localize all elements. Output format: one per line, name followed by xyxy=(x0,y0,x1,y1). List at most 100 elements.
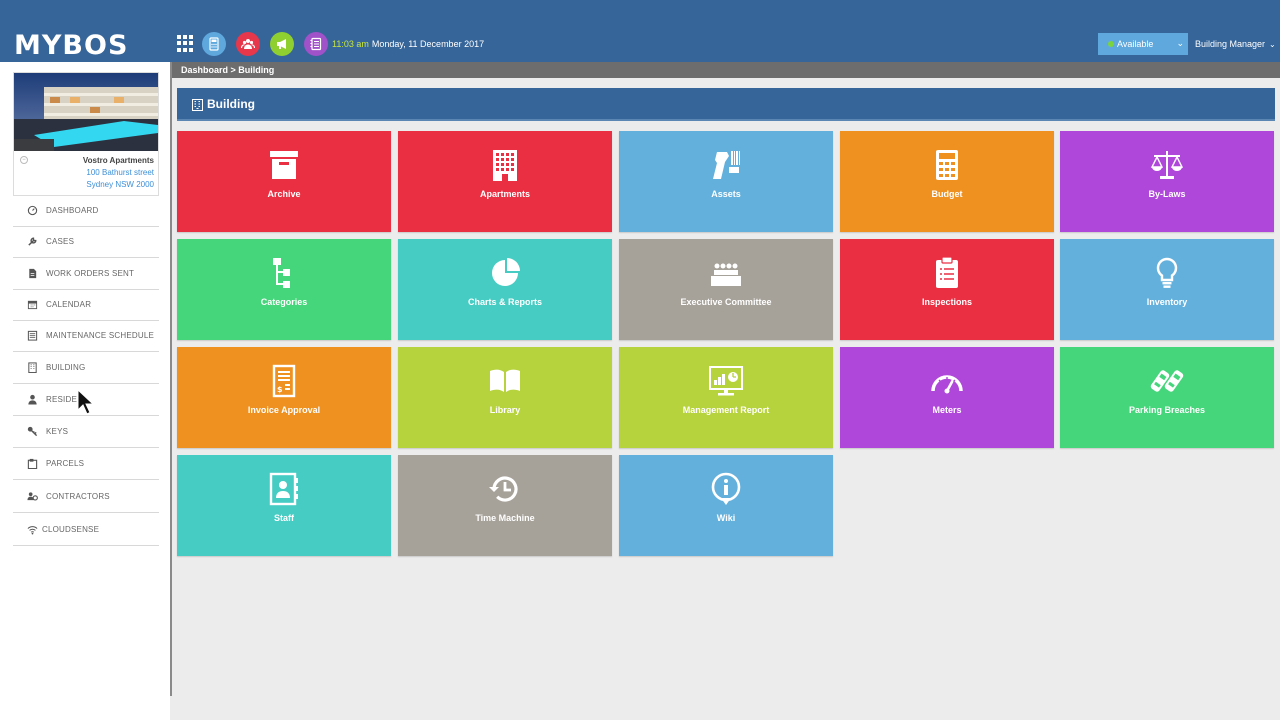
panel-header: Building xyxy=(177,88,1275,121)
key-icon xyxy=(27,426,37,437)
sidebar-item-parcels[interactable]: PARCELS xyxy=(13,448,159,480)
tile-label: Parking Breaches xyxy=(1128,405,1206,415)
tile-assets[interactable]: Assets xyxy=(619,131,833,232)
svg-text:$: $ xyxy=(277,385,283,394)
book-icon xyxy=(490,369,520,392)
team-button[interactable] xyxy=(236,32,260,56)
apps-grid-icon[interactable] xyxy=(177,35,194,52)
collapse-icon[interactable]: − xyxy=(20,156,28,164)
tile-label: Archive xyxy=(267,189,301,199)
clipboard-icon xyxy=(936,256,958,288)
apartment-building-icon xyxy=(493,150,517,181)
tile-label: Invoice Approval xyxy=(247,405,321,415)
sidebar-item-cloudsense[interactable]: CLOUDSENSE xyxy=(13,514,159,546)
tile-label: Staff xyxy=(274,513,294,523)
notes-icon xyxy=(310,37,322,51)
sidebar-item-maintenance-schedule[interactable]: MAINTENANCE SCHEDULE xyxy=(13,320,159,352)
mybos-logo[interactable]: MYBOS xyxy=(14,30,128,61)
tile-label: Inventory xyxy=(1146,297,1188,307)
sidebar-item-cases[interactable]: CASES xyxy=(13,226,159,258)
user-role: Building Manager xyxy=(1195,39,1266,49)
sidebar-item-label: CALENDAR xyxy=(46,300,92,309)
tile-categories[interactable]: Categories xyxy=(177,239,391,340)
building-icon xyxy=(27,362,37,373)
tile-label: Time Machine xyxy=(475,513,535,523)
tile-parking-breaches[interactable]: Parking Breaches xyxy=(1060,347,1274,448)
monitor-report-icon xyxy=(709,366,743,396)
calculator-icon xyxy=(209,37,219,51)
tile-inventory[interactable]: Inventory xyxy=(1060,239,1274,340)
tile-staff[interactable]: Staff xyxy=(177,455,391,556)
building-card[interactable]: − Vostro Apartments 100 Bathurst street … xyxy=(13,72,159,196)
tile-library[interactable]: Library xyxy=(398,347,612,448)
sidebar-item-keys[interactable]: KEYS xyxy=(13,416,159,448)
history-icon xyxy=(489,476,518,502)
availability-select[interactable]: Available ⌄ xyxy=(1098,33,1188,55)
tile-wiki[interactable]: Wiki xyxy=(619,455,833,556)
tile-management-report[interactable]: Management Report xyxy=(619,347,833,448)
datetime: 11:03 am Monday, 11 December 2017 xyxy=(332,39,484,49)
building-icon xyxy=(192,99,203,111)
sidebar-divider xyxy=(170,62,172,696)
building-photo xyxy=(14,73,158,151)
tile-meters[interactable]: Meters xyxy=(840,347,1054,448)
sidebar-item-label: PARCELS xyxy=(46,459,85,468)
tile-label: By-Laws xyxy=(1148,189,1186,199)
page-title: Building xyxy=(207,97,255,111)
breadcrumb[interactable]: Dashboard > Building xyxy=(181,65,274,75)
contractors-icon xyxy=(26,492,38,501)
invoice-icon: $ xyxy=(272,364,296,398)
tile-executive-committee[interactable]: Executive Committee xyxy=(619,239,833,340)
sidebar-item-label: WORK ORDERS SENT xyxy=(46,269,135,278)
sidebar-item-label: CLOUDSENSE xyxy=(42,525,100,534)
tile-budget[interactable]: Budget xyxy=(840,131,1054,232)
hierarchy-icon xyxy=(273,258,290,288)
calculator-button[interactable] xyxy=(202,32,226,56)
breadcrumb-bar: Dashboard > Building xyxy=(172,62,1280,78)
tile-label: Inspections xyxy=(921,297,972,307)
tile-apartments[interactable]: Apartments xyxy=(398,131,612,232)
current-time: 11:03 am xyxy=(332,39,369,49)
committee-icon xyxy=(711,263,741,286)
notes-button[interactable] xyxy=(304,32,328,56)
document-icon xyxy=(28,268,36,279)
building-address-line2[interactable]: Sydney NSW 2000 xyxy=(86,180,154,189)
team-icon xyxy=(241,39,255,49)
sidebar-item-label: KEYS xyxy=(46,427,69,436)
tile-label: Meters xyxy=(932,405,962,415)
sidebar-item-label: CASES xyxy=(46,237,75,246)
top-bar: MYBOS 11:03 am Monday, 11 December 2017 A… xyxy=(0,0,1280,62)
tile-label: Wiki xyxy=(716,513,736,523)
availability-value: Available xyxy=(1117,39,1154,49)
sidebar-item-label: DASHBOARD xyxy=(46,206,99,215)
sidebar-item-label: CONTRACTORS xyxy=(46,492,110,501)
tile-label: Assets xyxy=(711,189,741,199)
building-address-line1[interactable]: 100 Bathurst street xyxy=(86,168,154,177)
tile-label: Charts & Reports xyxy=(467,297,542,307)
current-date: Monday, 11 December 2017 xyxy=(371,39,485,49)
scales-icon xyxy=(1150,151,1184,179)
user-role-menu[interactable]: Building Manager ⌄ xyxy=(1195,39,1276,49)
tile-label: Apartments xyxy=(479,189,530,199)
schedule-icon xyxy=(27,330,37,341)
sidebar-item-dashboard[interactable]: DASHBOARD xyxy=(13,195,159,227)
tile-time-machine[interactable]: Time Machine xyxy=(398,455,612,556)
tile-by-laws[interactable]: By-Laws xyxy=(1060,131,1274,232)
announcement-button[interactable] xyxy=(270,32,294,56)
dashboard-icon xyxy=(27,205,37,216)
sidebar-item-building[interactable]: BUILDING xyxy=(13,352,159,384)
sidebar-item-calendar[interactable]: CALENDAR xyxy=(13,289,159,321)
parcel-icon xyxy=(27,458,37,469)
barcode-scanner-icon xyxy=(713,151,740,179)
megaphone-icon xyxy=(277,39,286,49)
tile-charts-reports[interactable]: Charts & Reports xyxy=(398,239,612,340)
wrench-icon xyxy=(27,237,36,246)
person-icon xyxy=(27,394,37,405)
tile-archive[interactable]: Archive xyxy=(177,131,391,232)
tile-invoice-approval[interactable]: $ Invoice Approval xyxy=(177,347,391,448)
tile-inspections[interactable]: Inspections xyxy=(840,239,1054,340)
calculator-icon xyxy=(936,150,958,180)
sidebar-item-work-orders-sent[interactable]: WORK ORDERS SENT xyxy=(13,258,159,290)
sidebar-item-contractors[interactable]: CONTRACTORS xyxy=(13,481,159,513)
chevron-down-icon: ⌄ xyxy=(1269,40,1276,49)
